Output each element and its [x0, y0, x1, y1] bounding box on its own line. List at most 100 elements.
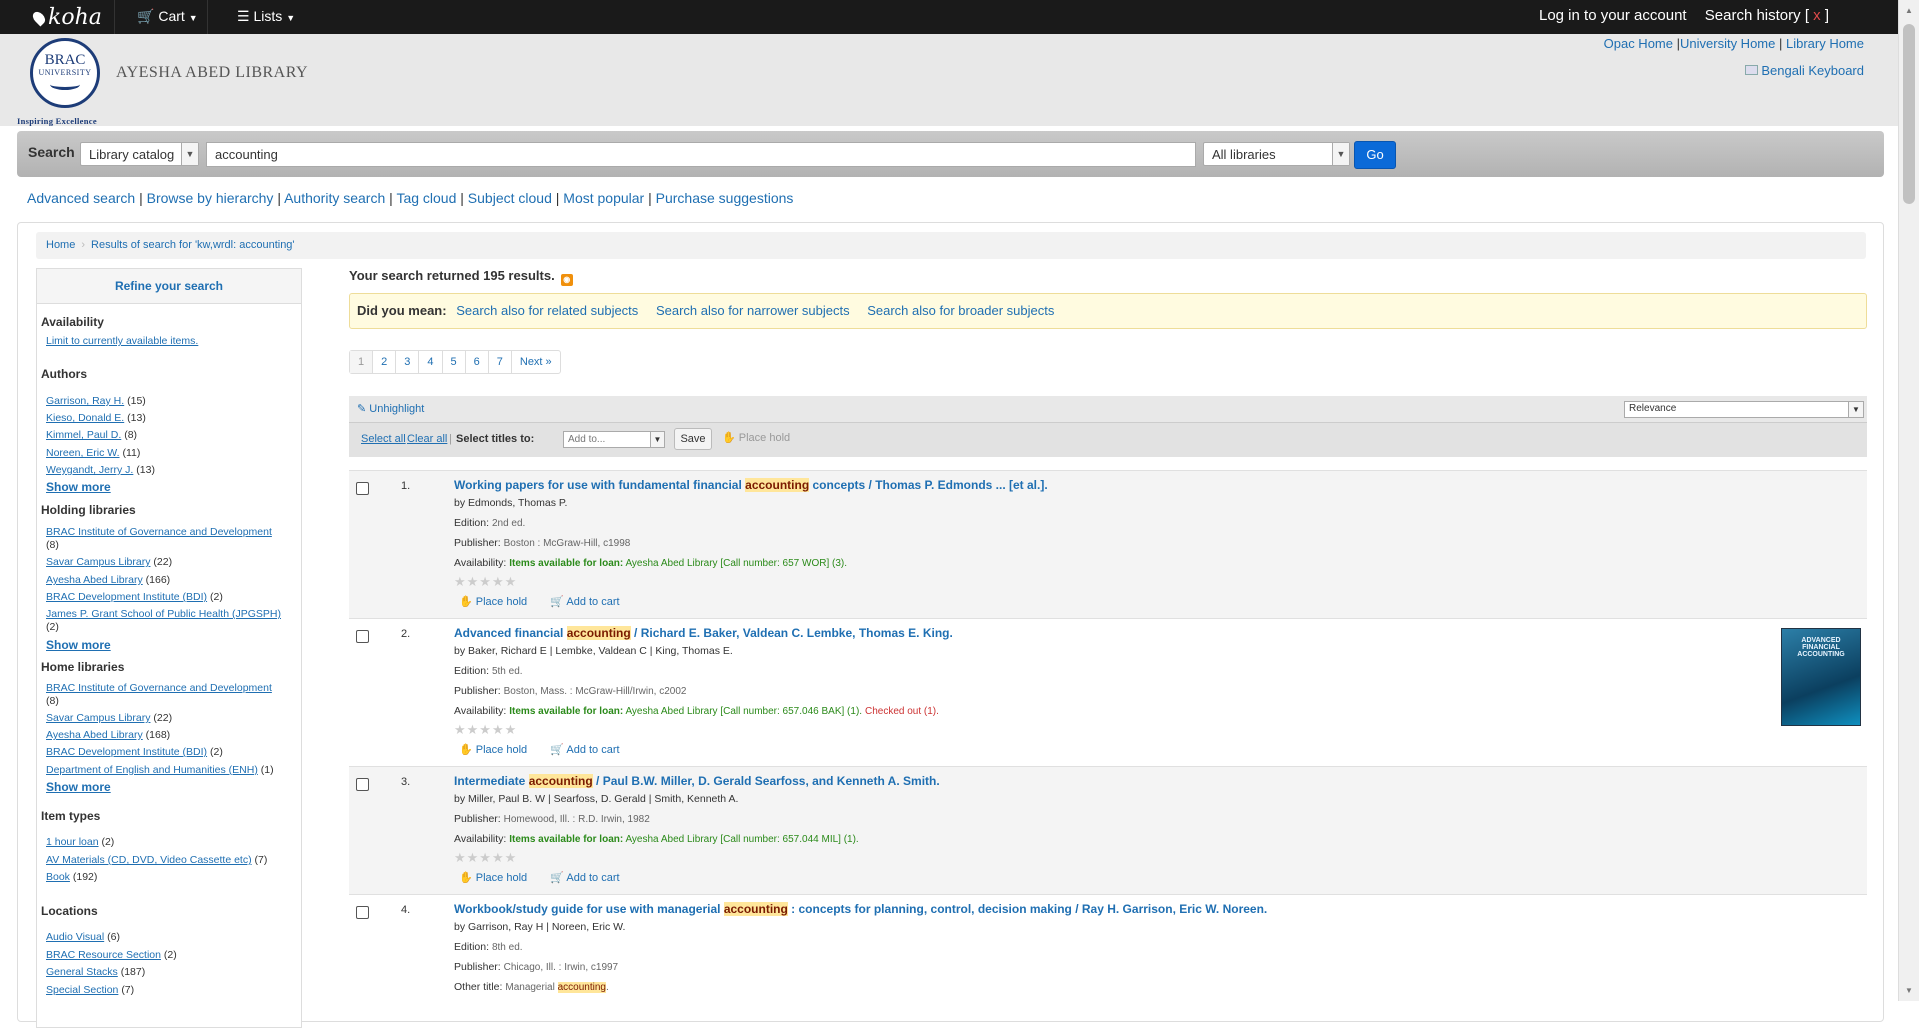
facet-available-link[interactable]: Limit to currently available items. — [46, 335, 286, 348]
results-toolbar: ✎ Unhighlight Relevance ▼ — [349, 396, 1867, 423]
result-checkbox[interactable] — [356, 778, 369, 791]
add-to-select[interactable]: Add to... ▼ — [563, 431, 665, 448]
save-button[interactable]: Save — [674, 428, 712, 450]
result-actions: ✋ Place hold 🛒 Add to cart — [459, 595, 640, 608]
clear-history-icon[interactable]: x — [1813, 7, 1821, 24]
result-checkbox[interactable] — [356, 630, 369, 643]
facet-home-library[interactable]: BRAC Development Institute (BDI) (2) — [46, 746, 286, 759]
broader-subjects-link[interactable]: Search also for broader subjects — [867, 303, 1054, 318]
lists-menu[interactable]: ☰ Lists ▼ — [237, 0, 295, 34]
add-to-cart-link[interactable]: 🛒 Add to cart — [550, 596, 619, 608]
scroll-up-icon[interactable]: ▲ — [1905, 6, 1913, 15]
facet-holding-library[interactable]: BRAC Institute of Governance and Develop… — [46, 526, 286, 552]
tag-cloud-link[interactable]: Tag cloud — [396, 190, 456, 206]
unhighlight-button[interactable]: ✎ Unhighlight — [357, 402, 424, 415]
related-subjects-link[interactable]: Search also for related subjects — [456, 303, 638, 318]
cart-icon: 🛒 — [137, 8, 155, 24]
page-6[interactable]: 6 — [466, 351, 489, 373]
sort-select[interactable]: Relevance ▼ — [1624, 401, 1864, 418]
show-more-holding[interactable]: Show more — [46, 638, 111, 652]
rating-stars[interactable]: ★★★★★ — [454, 850, 517, 866]
facet-itemtype[interactable]: Book (192) — [46, 871, 286, 884]
purchase-suggestions-link[interactable]: Purchase suggestions — [656, 190, 794, 206]
university-logo[interactable]: BRAC UNIVERSITY — [30, 38, 100, 108]
page-4[interactable]: 4 — [419, 351, 443, 373]
clear-all-link[interactable]: Clear all — [407, 433, 447, 445]
facet-home-library[interactable]: BRAC Institute of Governance and Develop… — [46, 682, 286, 708]
facet-location[interactable]: Audio Visual (6) — [46, 931, 286, 944]
facet-holding-library[interactable]: James P. Grant School of Public Health (… — [46, 608, 286, 634]
narrower-subjects-link[interactable]: Search also for narrower subjects — [656, 303, 850, 318]
facet-home-library[interactable]: Department of English and Humanities (EN… — [46, 764, 286, 777]
place-hold-link[interactable]: ✋ Place hold — [459, 872, 527, 884]
library-select[interactable]: All libraries ▼ — [1203, 142, 1350, 166]
result-checkbox[interactable] — [356, 906, 369, 919]
result-author: by Garrison, Ray H | Noreen, Eric W. — [454, 921, 626, 933]
breadcrumb-current[interactable]: Results of search for 'kw,wrdl: accounti… — [91, 239, 295, 251]
show-more-authors[interactable]: Show more — [46, 480, 111, 494]
result-checkbox[interactable] — [356, 482, 369, 495]
rss-icon[interactable]: ◉ — [560, 274, 573, 286]
advanced-search-link[interactable]: Advanced search — [27, 190, 135, 206]
search-history-link[interactable]: Search history — [1705, 7, 1801, 24]
library-home-link[interactable]: Library Home — [1786, 36, 1864, 51]
facet-home-library[interactable]: Ayesha Abed Library (168) — [46, 729, 286, 742]
rating-stars[interactable]: ★★★★★ — [454, 574, 517, 590]
add-to-cart-link[interactable]: 🛒 Add to cart — [550, 872, 619, 884]
authority-search-link[interactable]: Authority search — [284, 190, 385, 206]
cart-icon: 🛒 — [550, 872, 564, 884]
result-title[interactable]: Advanced financial accounting / Richard … — [454, 626, 953, 640]
facet-home-library[interactable]: Savar Campus Library (22) — [46, 712, 286, 725]
catalog-select[interactable]: Library catalog ▼ — [80, 142, 199, 166]
refine-heading: Refine your search — [37, 269, 301, 304]
facet-author[interactable]: Weygandt, Jerry J. (13) — [46, 464, 286, 477]
breadcrumb-home[interactable]: Home — [46, 239, 75, 251]
add-to-cart-link[interactable]: 🛒 Add to cart — [550, 744, 619, 756]
facet-holding-library[interactable]: Ayesha Abed Library (166) — [46, 574, 286, 587]
opac-home-link[interactable]: Opac Home — [1604, 36, 1673, 51]
koha-drop-icon — [30, 9, 48, 27]
search-input[interactable]: accounting — [206, 142, 1196, 167]
facet-itemtype[interactable]: 1 hour loan (2) — [46, 836, 286, 849]
facet-location[interactable]: Special Section (7) — [46, 984, 286, 997]
place-hold-link[interactable]: ✋ Place hold — [459, 744, 527, 756]
page-7[interactable]: 7 — [489, 351, 512, 373]
subject-cloud-link[interactable]: Subject cloud — [468, 190, 552, 206]
result-title[interactable]: Intermediate accounting / Paul B.W. Mill… — [454, 774, 940, 788]
facet-author[interactable]: Garrison, Ray H. (15) — [46, 395, 286, 408]
most-popular-link[interactable]: Most popular — [563, 190, 644, 206]
result-row: 4. Workbook/study guide for use with man… — [349, 894, 1867, 1024]
cart-menu[interactable]: 🛒 Cart ▼ — [137, 0, 198, 34]
browse-hierarchy-link[interactable]: Browse by hierarchy — [147, 190, 274, 206]
rating-stars[interactable]: ★★★★★ — [454, 722, 517, 738]
koha-logo[interactable]: koha — [30, 5, 102, 30]
vertical-scrollbar[interactable]: ▲ ▼ — [1898, 0, 1919, 1001]
go-button[interactable]: Go — [1354, 141, 1396, 169]
scrollbar-thumb[interactable] — [1903, 24, 1915, 204]
facet-itemtype[interactable]: AV Materials (CD, DVD, Video Cassette et… — [46, 854, 286, 867]
result-title[interactable]: Working papers for use with fundamental … — [454, 478, 1048, 492]
place-hold-link[interactable]: ✋ Place hold — [459, 596, 527, 608]
facet-holding-library[interactable]: BRAC Development Institute (BDI) (2) — [46, 591, 286, 604]
bengali-keyboard[interactable]: Bengali Keyboard — [1745, 63, 1864, 78]
select-all-link[interactable]: Select all — [361, 433, 406, 445]
list-icon: ☰ — [237, 8, 250, 24]
facet-location[interactable]: General Stacks (187) — [46, 966, 286, 979]
facet-location[interactable]: BRAC Resource Section (2) — [46, 949, 286, 962]
page-2[interactable]: 2 — [373, 351, 397, 373]
scroll-down-icon[interactable]: ▼ — [1905, 986, 1913, 995]
facet-author[interactable]: Noreen, Eric W. (11) — [46, 447, 286, 460]
hold-icon: ✋ — [722, 432, 736, 444]
result-row: 2. Advanced financial accounting / Richa… — [349, 618, 1867, 766]
facet-author[interactable]: Kimmel, Paul D. (8) — [46, 429, 286, 442]
page-3[interactable]: 3 — [396, 351, 420, 373]
page-5[interactable]: 5 — [443, 351, 466, 373]
show-more-home[interactable]: Show more — [46, 780, 111, 794]
facet-holding-library[interactable]: Savar Campus Library (22) — [46, 556, 286, 569]
facet-author[interactable]: Kieso, Donald E. (13) — [46, 412, 286, 425]
next-page[interactable]: Next » — [512, 351, 560, 373]
university-home-link[interactable]: University Home — [1680, 36, 1775, 51]
login-link[interactable]: Log in to your account — [1539, 7, 1687, 24]
book-cover-image[interactable]: ADVANCED FINANCIAL ACCOUNTING — [1781, 628, 1861, 726]
result-title[interactable]: Workbook/study guide for use with manage… — [454, 902, 1267, 916]
